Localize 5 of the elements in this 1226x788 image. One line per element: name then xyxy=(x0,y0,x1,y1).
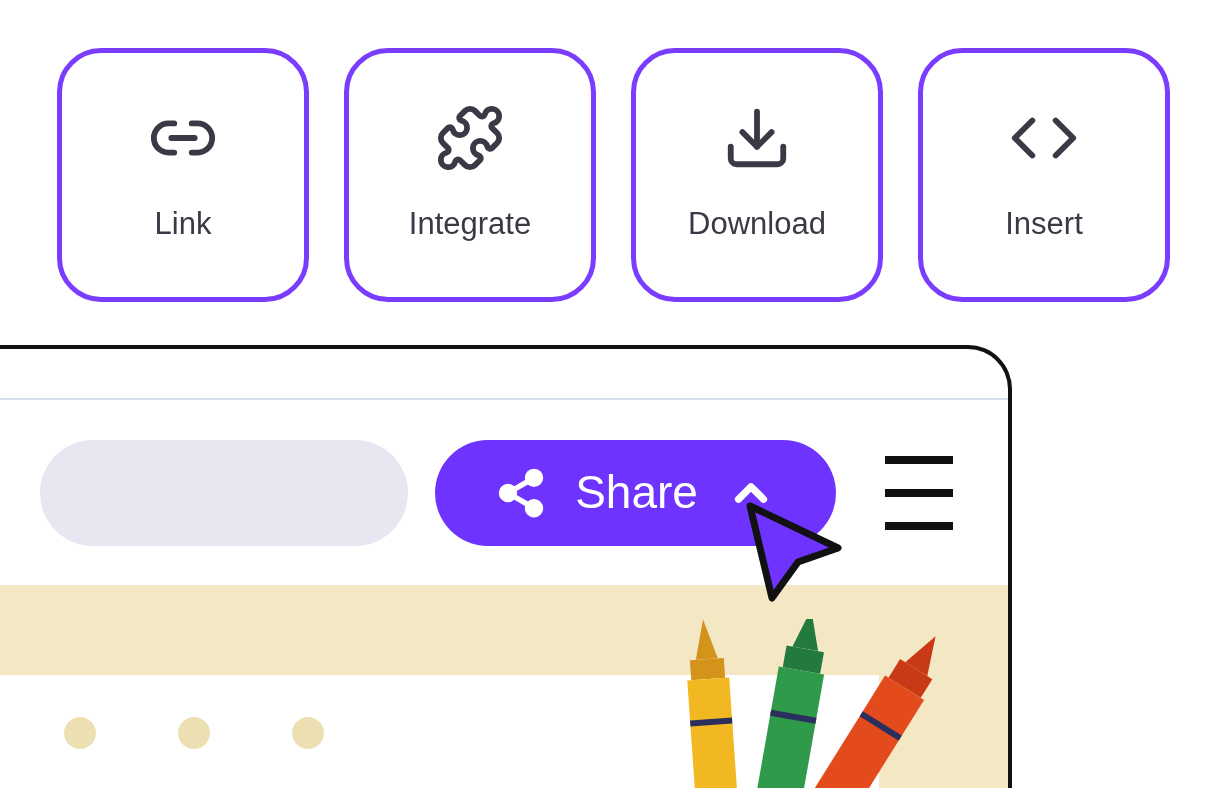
action-button[interactable]: Download xyxy=(631,48,883,302)
action-button[interactable]: Link xyxy=(57,48,309,302)
action-button[interactable]: Integrate xyxy=(344,48,596,302)
menu-icon[interactable] xyxy=(885,455,953,530)
action-button[interactable]: Insert xyxy=(918,48,1170,302)
